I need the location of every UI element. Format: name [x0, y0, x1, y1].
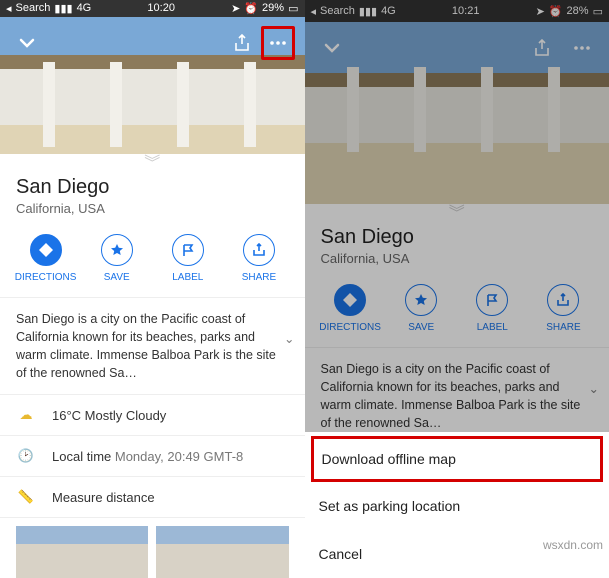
battery-icon: ▭ [593, 5, 603, 18]
collapse-icon[interactable] [315, 31, 349, 65]
label-label: LABEL [172, 272, 203, 283]
ruler-icon: 📏 [16, 489, 36, 505]
chevron-down-icon: ⌄ [284, 330, 294, 348]
back-indicator[interactable]: ◂ [6, 2, 12, 15]
alarm-icon: ⏰ [549, 5, 563, 18]
measure-text: Measure distance [52, 490, 155, 505]
weather-row[interactable]: ☁ 16°C Mostly Cloudy [0, 395, 305, 436]
place-region: California, USA [321, 251, 594, 266]
details-sheet: ︾ San Diego California, USA DIRECTIONS S… [0, 154, 305, 578]
status-bar: ◂ Search ▮▮▮ 4G 10:20 ➤ ⏰ 29% ▭ [0, 0, 305, 17]
weather-icon: ☁ [16, 407, 36, 423]
thumb-1[interactable] [16, 526, 148, 578]
signal-bars-icon: ▮▮▮ [359, 5, 377, 18]
action-row: DIRECTIONS SAVE LABEL SHARE [305, 278, 609, 348]
star-icon [405, 284, 437, 316]
screenshot-left: ◂ Search ▮▮▮ 4G 10:20 ➤ ⏰ 29% ▭ [0, 0, 305, 578]
back-indicator[interactable]: ◂ [311, 5, 317, 18]
signal-bars-icon: ▮▮▮ [54, 2, 72, 15]
place-photo[interactable] [0, 17, 305, 154]
drag-handle-icon[interactable]: ︾ [0, 154, 305, 168]
label-button[interactable]: LABEL [457, 284, 528, 333]
save-label: SAVE [408, 322, 434, 333]
location-icon: ➤ [536, 5, 545, 18]
star-icon [101, 234, 133, 266]
watermark: wsxdn.com [543, 538, 603, 552]
description-text: San Diego is a city on the Pacific coast… [16, 312, 276, 380]
more-options-icon[interactable] [565, 31, 599, 65]
flag-icon [172, 234, 204, 266]
download-offline-map[interactable]: Download offline map [311, 436, 604, 482]
directions-label: DIRECTIONS [319, 322, 381, 333]
drag-handle-icon[interactable]: ︾ [305, 204, 609, 218]
collapse-icon[interactable] [10, 26, 44, 60]
share-button[interactable]: SHARE [223, 234, 294, 283]
place-name: San Diego [16, 176, 289, 199]
set-parking-location[interactable]: Set as parking location [305, 482, 609, 530]
share-top-icon[interactable] [225, 26, 259, 60]
network-label: 4G [381, 5, 396, 17]
localtime-row[interactable]: 🕑 Local time Monday, 20:49 GMT-8 [0, 436, 305, 477]
battery-pct: 28% [567, 5, 589, 17]
directions-button[interactable]: DIRECTIONS [315, 284, 386, 333]
description[interactable]: San Diego is a city on the Pacific coast… [0, 298, 305, 396]
share-label: SHARE [242, 272, 276, 283]
description-text: San Diego is a city on the Pacific coast… [321, 362, 581, 430]
localtime-label: Local time [52, 449, 111, 464]
directions-icon [30, 234, 62, 266]
place-region: California, USA [16, 201, 289, 216]
thumb-2[interactable] [156, 526, 288, 578]
action-sheet: Download offline map Set as parking loca… [305, 432, 609, 578]
battery-pct: 29% [262, 2, 284, 14]
more-options-icon[interactable] [261, 26, 295, 60]
clock: 10:21 [452, 5, 480, 17]
battery-icon: ▭ [288, 2, 298, 15]
localtime-value: Monday, 20:49 GMT-8 [115, 449, 243, 464]
share-icon [243, 234, 275, 266]
back-label[interactable]: Search [320, 5, 355, 17]
network-label: 4G [77, 2, 92, 14]
save-label: SAVE [104, 272, 130, 283]
status-bar: ◂ Search ▮▮▮ 4G 10:21 ➤ ⏰ 28% ▭ [305, 0, 609, 22]
location-icon: ➤ [231, 2, 240, 15]
alarm-icon: ⏰ [244, 2, 258, 15]
back-label[interactable]: Search [16, 2, 51, 14]
action-row: DIRECTIONS SAVE LABEL SHARE [0, 228, 305, 298]
share-top-icon[interactable] [525, 31, 559, 65]
chevron-down-icon: ⌄ [589, 380, 599, 398]
clock: 10:20 [147, 2, 175, 14]
share-button[interactable]: SHARE [528, 284, 599, 333]
place-photo[interactable] [305, 22, 609, 204]
save-button[interactable]: SAVE [81, 234, 152, 283]
label-label: LABEL [477, 322, 508, 333]
measure-row[interactable]: 📏 Measure distance [0, 477, 305, 518]
place-name: San Diego [321, 226, 594, 249]
share-label: SHARE [546, 322, 580, 333]
directions-button[interactable]: DIRECTIONS [10, 234, 81, 283]
directions-icon [334, 284, 366, 316]
label-button[interactable]: LABEL [152, 234, 223, 283]
description[interactable]: San Diego is a city on the Pacific coast… [305, 348, 609, 446]
directions-label: DIRECTIONS [15, 272, 77, 283]
photo-thumbs [0, 518, 305, 578]
share-icon [547, 284, 579, 316]
flag-icon [476, 284, 508, 316]
save-button[interactable]: SAVE [386, 284, 457, 333]
weather-text: 16°C Mostly Cloudy [52, 408, 166, 423]
screenshot-right: ◂ Search ▮▮▮ 4G 10:21 ➤ ⏰ 28% ▭ [305, 0, 609, 578]
clock-icon: 🕑 [16, 448, 36, 464]
